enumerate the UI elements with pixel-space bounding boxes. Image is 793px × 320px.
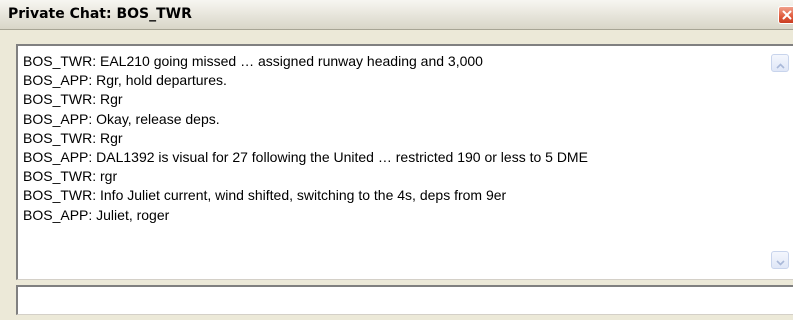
- private-chat-window: Private Chat: BOS_TWR BOS_TWR: EAL210 go…: [0, 0, 793, 320]
- scroll-up-button[interactable]: [771, 54, 789, 72]
- window-title: Private Chat: BOS_TWR: [8, 6, 192, 22]
- message-input[interactable]: [16, 285, 793, 315]
- chat-message: BOS_TWR: Rgr: [23, 91, 123, 108]
- chat-log[interactable]: BOS_TWR: EAL210 going missed … assigned …: [16, 44, 793, 280]
- title-bar[interactable]: Private Chat: BOS_TWR: [0, 0, 793, 30]
- close-icon: [782, 10, 792, 20]
- chat-message: BOS_TWR: rgr: [23, 168, 118, 185]
- chat-message: BOS_APP: Okay, release deps.: [23, 110, 220, 127]
- chat-message: BOS_TWR: Info Juliet current, wind shift…: [23, 187, 507, 204]
- chat-message: BOS_APP: DAL1392 is visual for 27 follow…: [23, 148, 588, 165]
- scroll-down-button[interactable]: [771, 251, 789, 269]
- close-button[interactable]: [778, 6, 793, 24]
- scroll-down-arrow-icon: [775, 251, 785, 270]
- chat-message: BOS_TWR: EAL210 going missed … assigned …: [23, 53, 483, 69]
- chat-message: BOS_APP: Juliet, roger: [23, 206, 170, 223]
- message-list: BOS_TWR: EAL210 going missed … assigned …: [23, 52, 763, 225]
- chat-message: BOS_APP: Rgr, hold departures.: [23, 72, 227, 89]
- chat-message: BOS_TWR: Rgr: [23, 129, 123, 146]
- scroll-up-arrow-icon: [775, 54, 785, 73]
- vertical-scrollbar[interactable]: [767, 46, 793, 279]
